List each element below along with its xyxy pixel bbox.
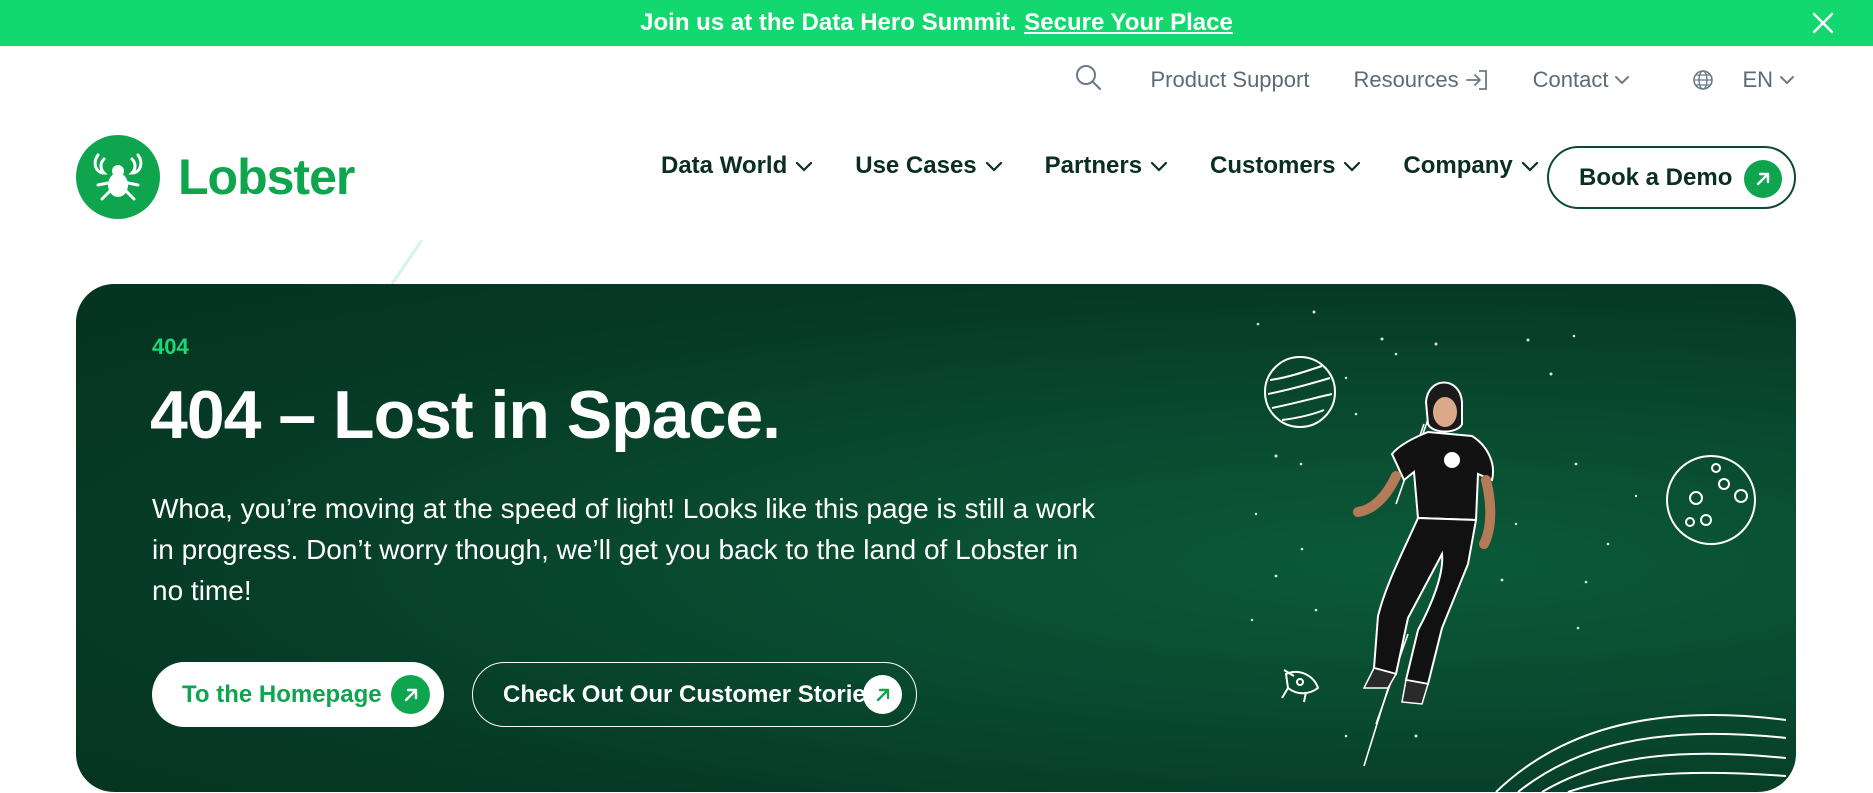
resources-link[interactable]: Resources: [1353, 67, 1488, 93]
announcement-link[interactable]: Secure Your Place: [1024, 9, 1233, 37]
resources-label: Resources: [1353, 67, 1459, 92]
nav-label: Company: [1403, 152, 1513, 179]
nav-label: Data World: [661, 152, 788, 179]
homepage-button[interactable]: To the Homepage: [152, 662, 444, 727]
customer-stories-button-label: Check Out Our Customer Stories: [503, 680, 880, 708]
chevron-down-icon: [1521, 161, 1538, 172]
close-icon[interactable]: [1809, 9, 1837, 37]
logo[interactable]: Lobster: [76, 134, 355, 220]
planet-striped-icon: [1264, 356, 1336, 428]
logo-wordmark: Lobster: [178, 149, 355, 205]
lobster-logo-icon: [76, 135, 160, 219]
contact-dropdown[interactable]: Contact: [1533, 67, 1631, 93]
rocket-icon: [1281, 669, 1320, 703]
nav-label: Use Cases: [855, 152, 977, 179]
product-support-link[interactable]: Product Support: [1150, 67, 1309, 93]
contact-label: Contact: [1532, 67, 1609, 92]
book-demo-label: Book a Demo: [1579, 163, 1733, 191]
nav-use-cases[interactable]: Use Cases: [855, 152, 1002, 180]
search-icon[interactable]: [1074, 63, 1102, 97]
homepage-button-label: To the Homepage: [182, 680, 382, 708]
announcement-message: Join us at the Data Hero Summit.: [640, 9, 1017, 36]
astronaut-illustration: [1250, 310, 1787, 792]
main-nav: Data World Use Cases Partners Customers …: [661, 152, 1581, 180]
hero-section: 404 404 – Lost in Space. Whoa, you’re mo…: [76, 284, 1796, 792]
chevron-down-icon: [1344, 161, 1361, 172]
customer-stories-button[interactable]: Check Out Our Customer Stories: [472, 662, 917, 727]
nav-label: Partners: [1044, 152, 1143, 179]
chevron-down-icon: [985, 161, 1002, 172]
planet-cratered-icon: [1666, 455, 1756, 545]
chevron-down-icon: [796, 161, 813, 172]
astronaut-figure: [1353, 381, 1496, 705]
announcement-bar: Join us at the Data Hero Summit. Secure …: [0, 0, 1873, 46]
hero-eyebrow: 404: [152, 334, 189, 359]
decorative-line: [390, 239, 424, 285]
nav-partners[interactable]: Partners: [1045, 152, 1168, 180]
nav-customers[interactable]: Customers: [1210, 152, 1361, 180]
arrow-up-right-icon: [863, 675, 902, 714]
arrow-up-right-icon: [391, 675, 430, 714]
chevron-down-icon: [1150, 161, 1168, 172]
book-demo-button[interactable]: Book a Demo: [1547, 146, 1796, 209]
login-arrow-icon: [1465, 70, 1487, 90]
chevron-down-icon: [1615, 76, 1630, 85]
chevron-down-icon: [1780, 76, 1794, 85]
orbit-lines: [1495, 714, 1787, 792]
nav-label: Customers: [1210, 152, 1336, 179]
page-title: 404 – Lost in Space.: [150, 377, 781, 453]
utility-nav: Product Support Resources Contact EN: [1074, 62, 1795, 98]
arrow-up-right-icon: [1744, 160, 1782, 198]
nav-data-world[interactable]: Data World: [661, 152, 813, 180]
language-label: EN: [1742, 67, 1773, 92]
globe-icon: [1693, 70, 1714, 90]
language-selector[interactable]: EN: [1686, 67, 1795, 93]
hero-body: Whoa, you’re moving at the speed of ligh…: [152, 493, 1096, 606]
nav-company[interactable]: Company: [1403, 152, 1538, 180]
product-support-label: Product Support: [1150, 67, 1310, 92]
